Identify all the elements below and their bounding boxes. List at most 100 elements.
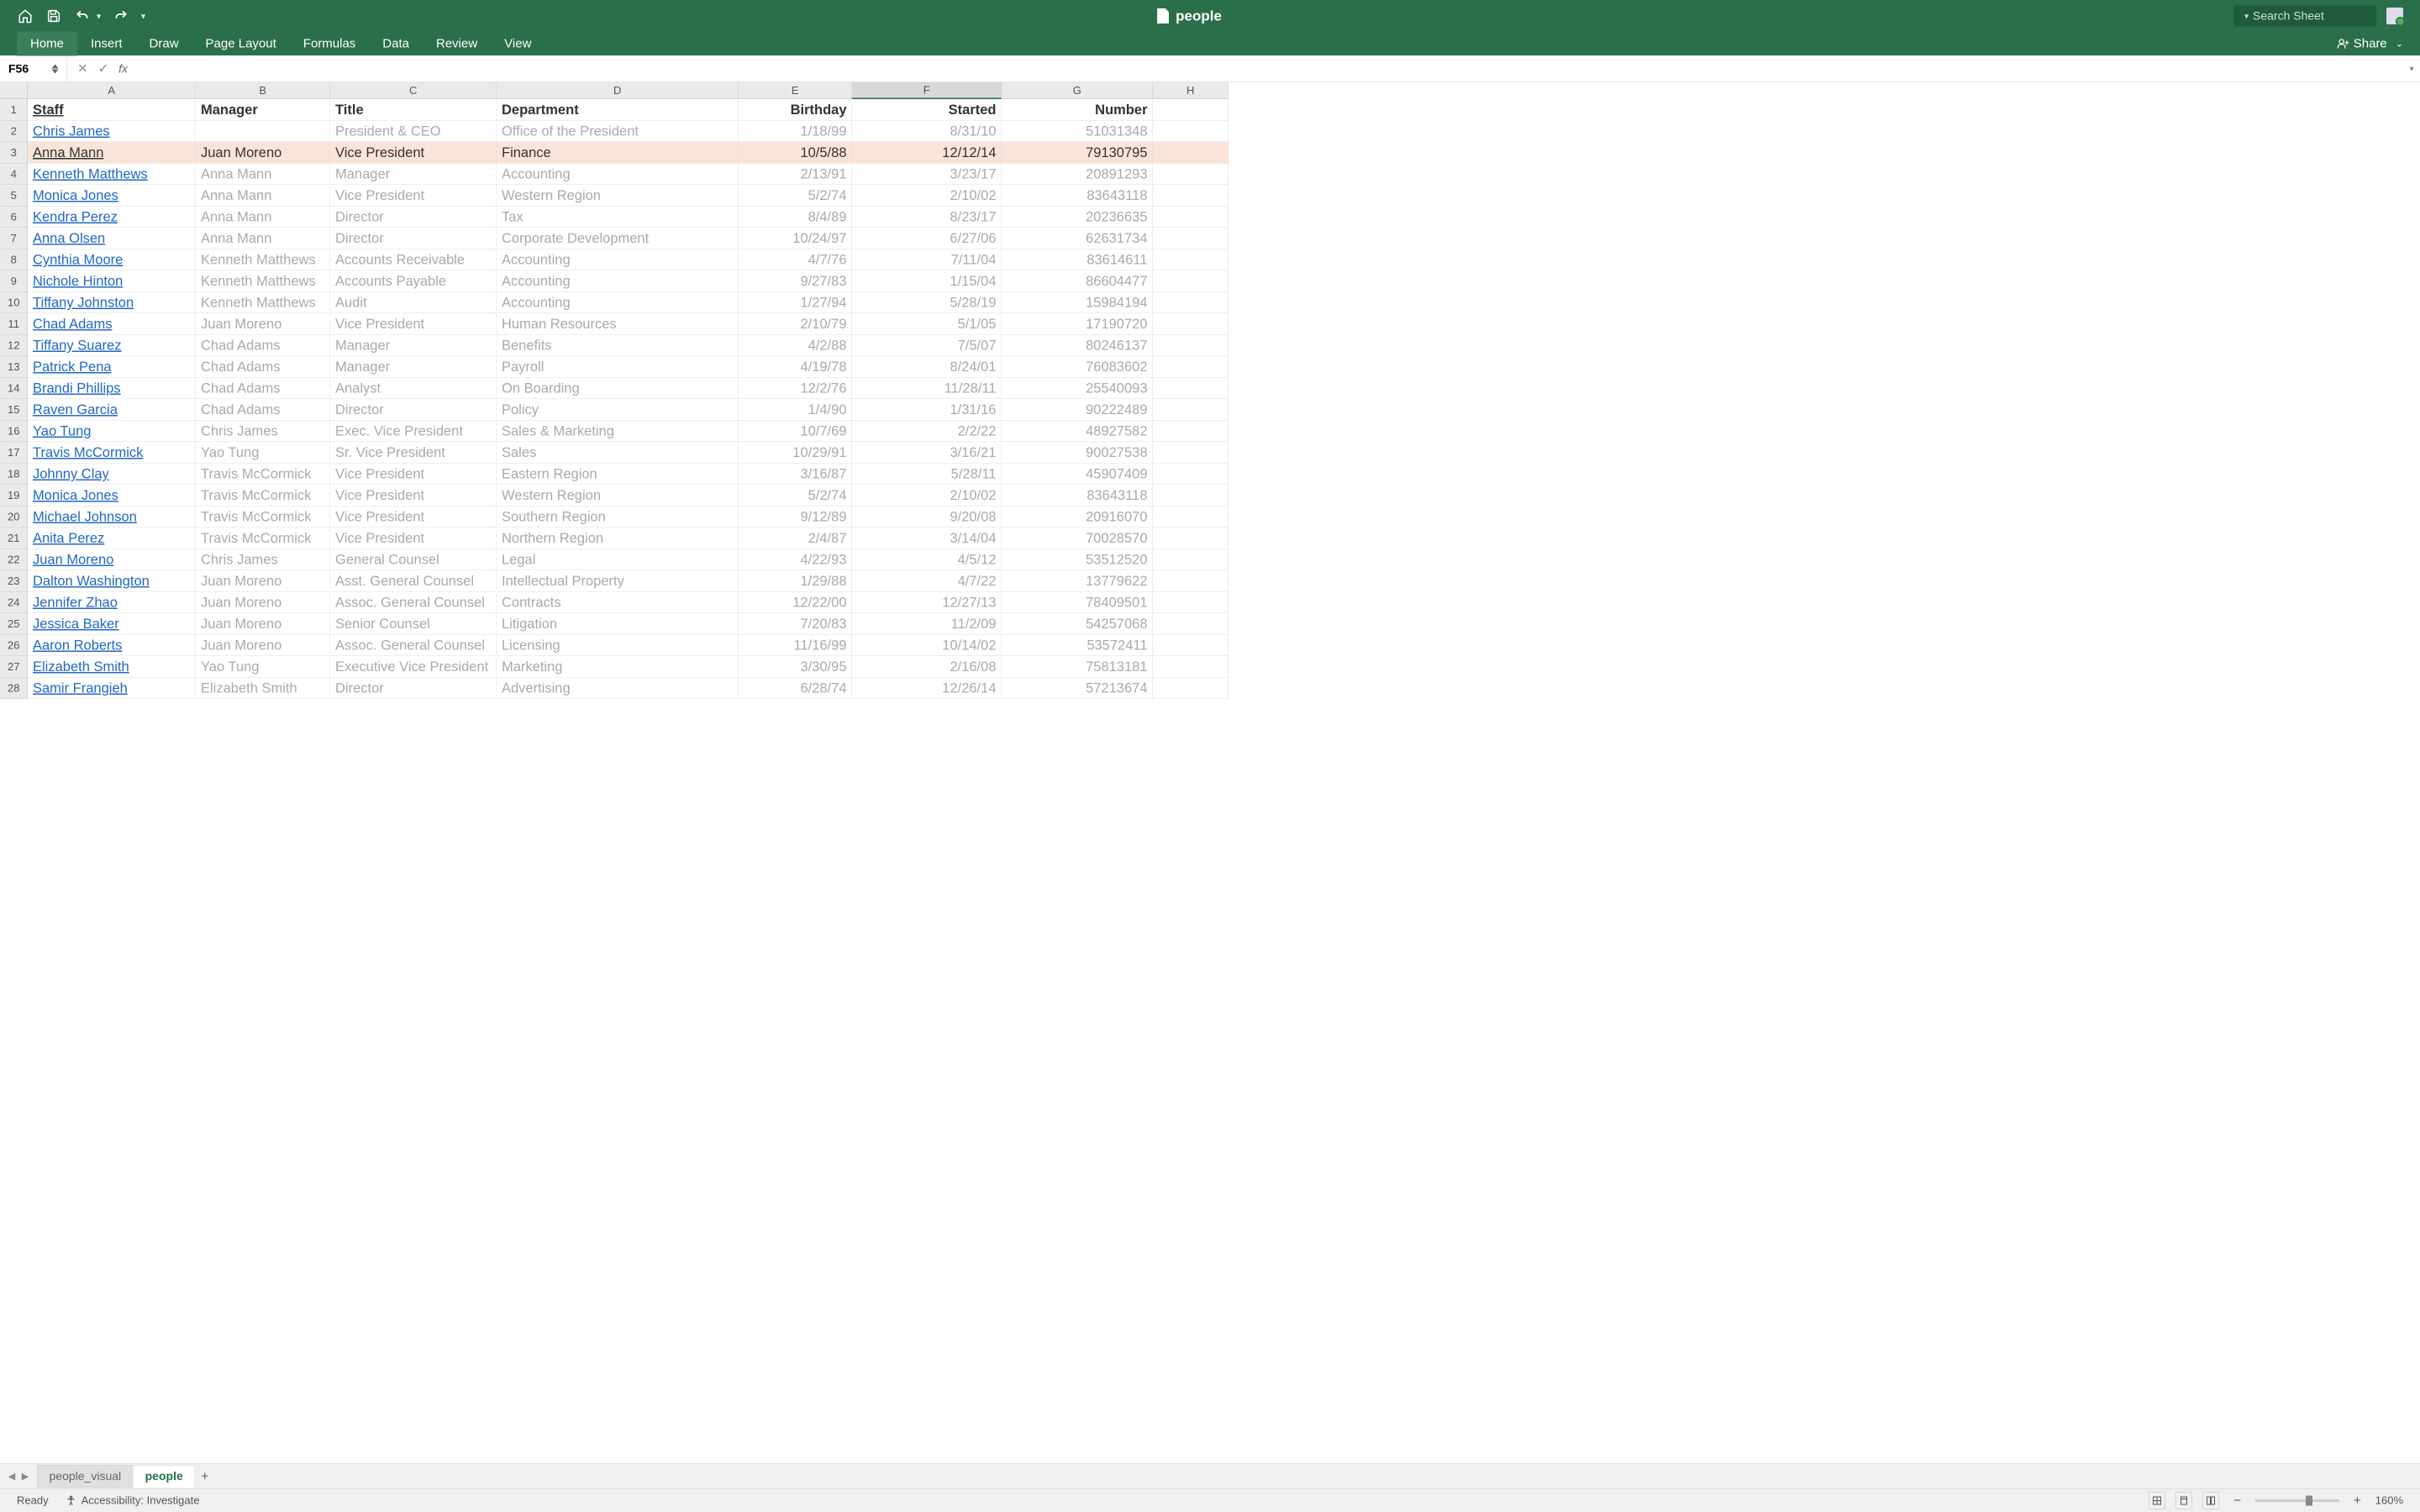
cell[interactable]: 4/7/76	[739, 249, 852, 271]
cell[interactable]: 8/31/10	[852, 121, 1002, 143]
header-cell[interactable]: Manager	[196, 99, 330, 121]
add-sheet-button[interactable]: +	[195, 1468, 215, 1484]
cell[interactable]: 5/28/19	[852, 292, 1002, 314]
header-cell[interactable]: Title	[330, 99, 497, 121]
row-header-5[interactable]: 5	[0, 185, 28, 207]
undo-icon[interactable]	[74, 8, 91, 24]
cell[interactable]: Accounting	[497, 164, 739, 186]
ribbon-tab-insert[interactable]: Insert	[77, 32, 136, 56]
accessibility-button[interactable]: Accessibility: Investigate	[66, 1494, 200, 1508]
cell[interactable]	[1153, 421, 1228, 443]
cell[interactable]: Chris James	[196, 549, 330, 571]
cell[interactable]: Travis McCormick	[196, 507, 330, 528]
home-icon[interactable]	[17, 8, 34, 24]
cell[interactable]: Travis McCormick	[28, 442, 196, 464]
cell[interactable]: Accounting	[497, 292, 739, 314]
cell[interactable]: Tax	[497, 207, 739, 228]
cell[interactable]: Tiffany Johnston	[28, 292, 196, 314]
cell[interactable]: 1/29/88	[739, 570, 852, 592]
cell[interactable]: Juan Moreno	[196, 313, 330, 335]
select-all-corner[interactable]	[0, 82, 28, 99]
cell[interactable]	[1153, 164, 1228, 186]
cell[interactable]: Northern Region	[497, 528, 739, 549]
row-header-20[interactable]: 20	[0, 507, 28, 528]
row-header-3[interactable]: 3	[0, 142, 28, 164]
cancel-formula-icon[interactable]: ✕	[77, 61, 88, 76]
header-cell[interactable]: Department	[497, 99, 739, 121]
cell[interactable]: 2/16/08	[852, 656, 1002, 678]
cell[interactable]	[1153, 335, 1228, 357]
row-header-7[interactable]: 7	[0, 228, 28, 249]
row-header-18[interactable]: 18	[0, 464, 28, 486]
column-header-B[interactable]: B	[196, 82, 330, 99]
cell[interactable]	[1153, 442, 1228, 464]
cell[interactable]: Finance	[497, 142, 739, 164]
cell[interactable]: Samir Frangieh	[28, 678, 196, 700]
cell[interactable]: Office of the President	[497, 121, 739, 143]
cell[interactable]: 9/12/89	[739, 507, 852, 528]
cell[interactable]: 6/27/06	[852, 228, 1002, 249]
cell[interactable]: 1/31/16	[852, 399, 1002, 421]
cell[interactable]: Human Resources	[497, 313, 739, 335]
cell[interactable]: 20891293	[1002, 164, 1153, 186]
row-header-22[interactable]: 22	[0, 549, 28, 571]
cell[interactable]: Assoc. General Counsel	[330, 635, 497, 657]
row-header-17[interactable]: 17	[0, 442, 28, 464]
cell[interactable]: 3/14/04	[852, 528, 1002, 549]
cell[interactable]: 86604477	[1002, 270, 1153, 292]
redo-icon[interactable]	[113, 8, 129, 24]
cell[interactable]: Michael Johnson	[28, 507, 196, 528]
cell[interactable]: Yao Tung	[28, 421, 196, 443]
cell[interactable]: Patrick Pena	[28, 356, 196, 378]
cell[interactable]: 10/29/91	[739, 442, 852, 464]
cell[interactable]: 12/12/14	[852, 142, 1002, 164]
row-header-1[interactable]: 1	[0, 99, 28, 121]
cell[interactable]: Brandi Phillips	[28, 378, 196, 400]
cell[interactable]: 3/23/17	[852, 164, 1002, 186]
cell[interactable]: Kenneth Matthews	[196, 270, 330, 292]
cell[interactable]	[1153, 464, 1228, 486]
cell[interactable]: Western Region	[497, 485, 739, 507]
zoom-slider[interactable]	[2255, 1499, 2339, 1502]
cell[interactable]: 8/23/17	[852, 207, 1002, 228]
ribbon-tab-review[interactable]: Review	[423, 32, 491, 56]
sheet-tab-people[interactable]: people	[133, 1465, 195, 1488]
cell[interactable]: 83643118	[1002, 485, 1153, 507]
cell[interactable]: 70028570	[1002, 528, 1153, 549]
row-header-16[interactable]: 16	[0, 421, 28, 443]
name-box-input[interactable]	[8, 62, 50, 76]
name-box[interactable]	[0, 55, 67, 82]
cell[interactable]: 45907409	[1002, 464, 1153, 486]
cell[interactable]: Benefits	[497, 335, 739, 357]
cell[interactable]: Asst. General Counsel	[330, 570, 497, 592]
cell[interactable]: 20916070	[1002, 507, 1153, 528]
cell[interactable]	[1153, 378, 1228, 400]
cell[interactable]: Audit	[330, 292, 497, 314]
header-cell[interactable]: Number	[1002, 99, 1153, 121]
cell[interactable]: Exec. Vice President	[330, 421, 497, 443]
cell[interactable]: Travis McCormick	[196, 485, 330, 507]
cell[interactable]: 53572411	[1002, 635, 1153, 657]
cell[interactable]: Monica Jones	[28, 485, 196, 507]
cell[interactable]: Eastern Region	[497, 464, 739, 486]
cell[interactable]: 51031348	[1002, 121, 1153, 143]
cell[interactable]: Travis McCormick	[196, 464, 330, 486]
cell[interactable]: Anita Perez	[28, 528, 196, 549]
share-dropdown-icon[interactable]: ⌄	[2396, 39, 2403, 50]
cell[interactable]: 3/16/21	[852, 442, 1002, 464]
cell[interactable]: 57213674	[1002, 678, 1153, 700]
cell[interactable]: 25540093	[1002, 378, 1153, 400]
cell[interactable]	[1153, 207, 1228, 228]
cell[interactable]: 7/20/83	[739, 613, 852, 635]
ribbon-tab-draw[interactable]: Draw	[136, 32, 192, 56]
row-header-14[interactable]: 14	[0, 378, 28, 400]
cell[interactable]: Vice President	[330, 313, 497, 335]
header-cell[interactable]: Started	[852, 99, 1002, 121]
cell[interactable]: Advertising	[497, 678, 739, 700]
cell[interactable]: Intellectual Property	[497, 570, 739, 592]
cell[interactable]: Senior Counsel	[330, 613, 497, 635]
cell[interactable]	[1153, 528, 1228, 549]
cell[interactable]: Accounts Receivable	[330, 249, 497, 271]
cell[interactable]: 11/28/11	[852, 378, 1002, 400]
cell[interactable]: Anna Olsen	[28, 228, 196, 249]
